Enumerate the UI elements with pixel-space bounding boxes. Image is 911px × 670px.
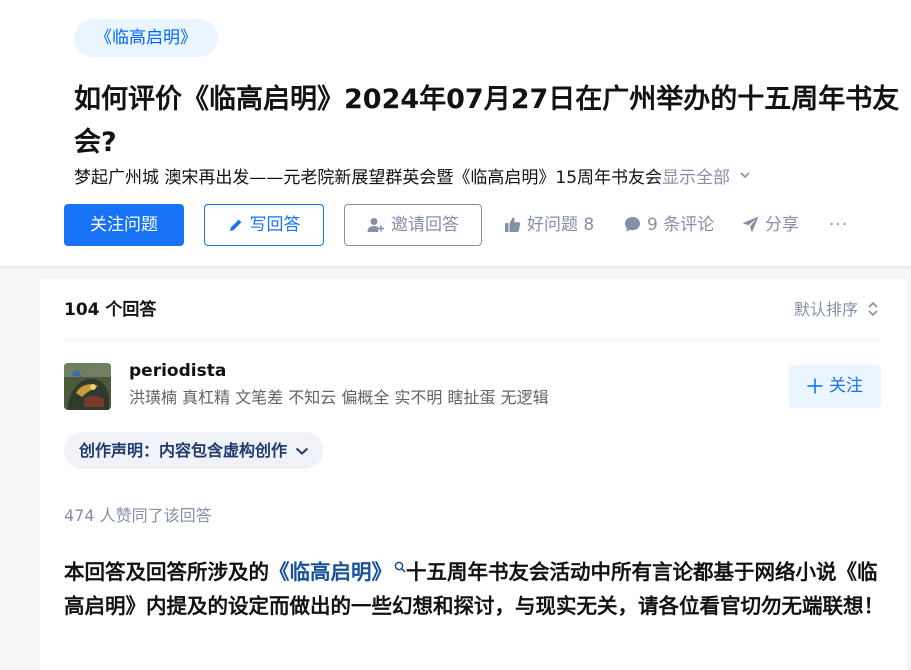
search-icon <box>394 561 406 573</box>
comments-label: 9 条评论 <box>647 215 715 235</box>
sort-label: 默认排序 <box>793 300 858 319</box>
plus-icon <box>807 378 823 394</box>
divider <box>64 340 882 341</box>
thumb-up-icon <box>505 217 521 232</box>
follow-question-button[interactable]: 关注问题 <box>64 204 184 246</box>
more-options-label: ··· <box>829 215 849 235</box>
topic-link[interactable]: 《临高启明》 <box>269 560 406 584</box>
author-bio: 洪璜楠 真杠精 文笔差 不知云 偏概全 实不明 瞎扯蛋 无逻辑 <box>129 388 549 407</box>
answer-body: 本回答及回答所涉及的《临高启明》 十五周年书友会活动中所有言论都基于网络小说《临高… <box>64 555 884 623</box>
question-detail-text: 梦起广州城 澳宋再出发——元老院新展望群英会暨《临高启明》15周年书友会 <box>74 168 663 188</box>
show-all-label: 显示全部 <box>662 168 731 188</box>
follow-author-label: 关注 <box>829 376 863 396</box>
show-all-button[interactable]: 显示全部 <box>662 168 750 188</box>
write-answer-button[interactable]: 写回答 <box>204 204 324 246</box>
chevron-down-icon <box>295 447 309 455</box>
question-detail: 梦起广州城 澳宋再出发——元老院新展望群英会暨《临高启明》15周年书友会显示全部 <box>74 165 904 191</box>
answer-count: 104 个回答 <box>64 300 157 320</box>
write-answer-label: 写回答 <box>249 215 301 235</box>
paper-plane-icon <box>742 216 759 233</box>
avatar-image <box>64 363 111 410</box>
author-avatar[interactable] <box>64 363 111 410</box>
sort-dropdown[interactable]: 默认排序 <box>794 297 878 323</box>
invite-answer-button[interactable]: 邀请回答 <box>344 204 482 246</box>
follow-author-button[interactable]: 关注 <box>789 365 881 408</box>
question-header: 《临高启明》 如何评价《临高启明》2024年07月27日在广州举办的十五周年书友… <box>0 0 911 266</box>
share-label: 分享 <box>765 215 799 235</box>
good-question-button[interactable]: 好问题 8 <box>504 204 594 246</box>
answers-card: 104 个回答 默认排序 periodista 洪璜楠 真杠精 文笔差 不知云 … <box>40 279 906 670</box>
follow-question-label: 关注问题 <box>90 215 158 235</box>
comments-button[interactable]: 9 条评论 <box>624 204 714 246</box>
creation-statement-label: 创作声明：内容包含虚构创作 <box>79 441 288 460</box>
pencil-icon <box>229 219 241 231</box>
answer-body-prefix: 本回答及回答所涉及的 <box>64 560 269 584</box>
chevron-down-icon <box>740 172 750 179</box>
topic-link-label: 《临高启明》 <box>269 560 392 584</box>
invite-user-icon <box>367 218 384 232</box>
sort-arrows-icon <box>868 301 878 317</box>
more-options-button[interactable]: ··· <box>829 204 848 246</box>
creation-statement[interactable]: 创作声明：内容包含虚构创作 <box>64 432 324 469</box>
invite-answer-label: 邀请回答 <box>391 215 459 235</box>
voters-count[interactable]: 474 人赞同了该回答 <box>64 503 212 529</box>
share-button[interactable]: 分享 <box>742 204 799 246</box>
topic-tag[interactable]: 《临高启明》 <box>74 19 218 57</box>
question-title[interactable]: 如何评价《临高启明》2024年07月27日在广州举办的十五周年书友会? <box>74 78 904 164</box>
good-question-label: 好问题 8 <box>527 215 595 235</box>
comment-bubble-icon <box>625 217 640 232</box>
author-name[interactable]: periodista <box>129 359 226 383</box>
